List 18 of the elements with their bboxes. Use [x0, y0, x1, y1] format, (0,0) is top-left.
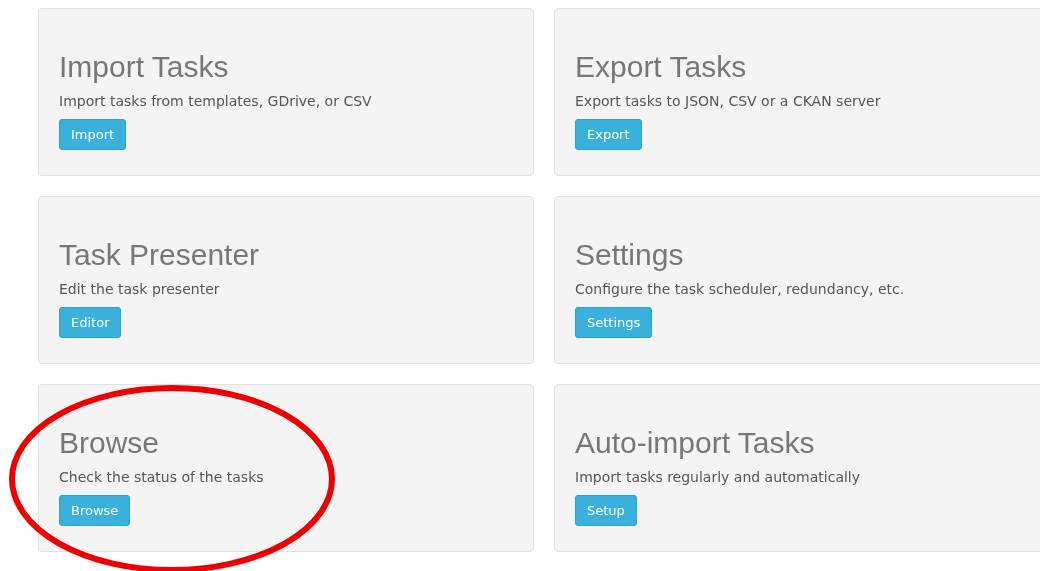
card-description: Configure the task scheduler, redundancy, etc.: [575, 280, 905, 299]
action-button[interactable]: Export: [575, 119, 642, 150]
card-title: Browse: [59, 425, 160, 461]
card-title: Task Presenter: [59, 237, 260, 273]
action-button[interactable]: Import: [59, 119, 127, 150]
card-title: Import Tasks: [59, 49, 229, 85]
card-description: Edit the task presenter: [59, 280, 220, 299]
card-description: Export tasks to JSON, CSV or a CKAN server: [575, 92, 881, 111]
action-button[interactable]: Browse: [59, 495, 131, 526]
card-title: Export Tasks: [575, 49, 747, 85]
card-description: Import tasks regularly and automatically: [575, 468, 861, 487]
card-title: Settings: [575, 237, 684, 273]
card-title: Auto-import Tasks: [575, 425, 815, 461]
action-button[interactable]: Editor: [59, 307, 122, 338]
action-button[interactable]: Settings: [575, 307, 653, 338]
action-button[interactable]: Setup: [575, 495, 637, 526]
card-description: Import tasks from templates, GDrive, or CSV: [59, 92, 372, 111]
card-description: Check the status of the tasks: [59, 468, 264, 487]
